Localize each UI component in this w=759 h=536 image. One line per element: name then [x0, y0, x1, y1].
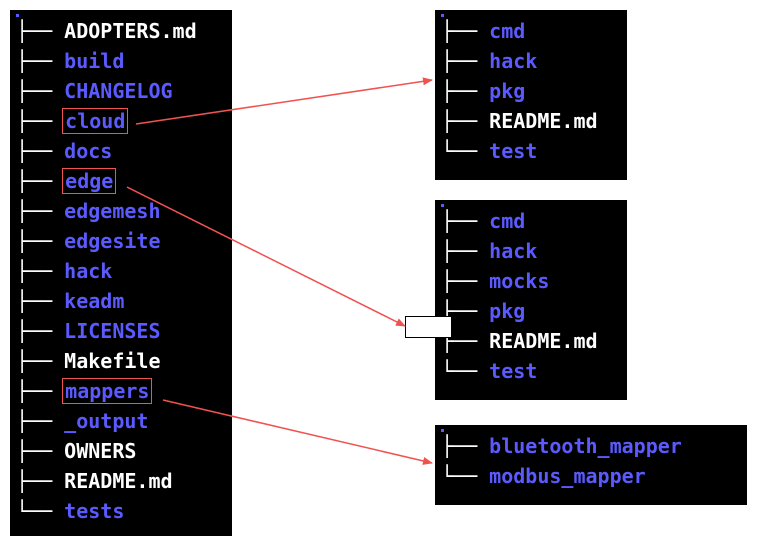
- tree-item: └── modbus_mapper: [441, 461, 741, 491]
- item-label: Makefile: [64, 349, 160, 373]
- tree-item: ├── bluetooth_mapper: [441, 431, 741, 461]
- tree-item: ├── pkg: [441, 76, 621, 106]
- item-label: cmd: [489, 19, 525, 43]
- tree-item: ├── edge: [16, 166, 226, 196]
- tree-item: ├── mocks: [441, 266, 621, 296]
- item-label: hack: [489, 239, 537, 263]
- tree-item: └── test: [441, 136, 621, 166]
- item-label: modbus_mapper: [489, 464, 646, 488]
- tree-item: ├── _output: [16, 406, 226, 436]
- item-label: README.md: [489, 329, 597, 353]
- item-label: cmd: [489, 209, 525, 233]
- highlight-box: cloud: [62, 108, 128, 134]
- detail-tree: ├── cmd ├── hack ├── pkg ├── README.md └…: [441, 16, 621, 166]
- tree-item: ├── CHANGELOG: [16, 76, 226, 106]
- tree-item: ├── hack: [16, 256, 226, 286]
- item-label: hack: [489, 49, 537, 73]
- item-label: mappers: [65, 379, 149, 403]
- tree-item: ├── README.md: [441, 106, 621, 136]
- detail-tree: ├── bluetooth_mapper └── modbus_mapper: [441, 431, 741, 491]
- tree-item: ├── cloud: [16, 106, 226, 136]
- tree-item: ├── keadm: [16, 286, 226, 316]
- item-label: edge: [65, 169, 113, 193]
- tree-item: ├── cmd: [441, 16, 621, 46]
- tree-item: ├── mappers: [16, 376, 226, 406]
- item-label: hack: [64, 259, 112, 283]
- item-label: docs: [64, 139, 112, 163]
- panel-dot-icon: [16, 14, 19, 17]
- tree-item: ├── ADOPTERS.md: [16, 16, 226, 46]
- item-label: test: [489, 359, 537, 383]
- item-label: OWNERS: [64, 439, 136, 463]
- item-label: tests: [64, 499, 124, 523]
- main-tree-panel: ├── ADOPTERS.md ├── build ├── CHANGELOG …: [10, 10, 232, 536]
- detail-panel-cloud: ├── cmd ├── hack ├── pkg ├── README.md └…: [435, 10, 627, 180]
- item-label: README.md: [489, 109, 597, 133]
- detail-tree: ├── cmd ├── hack ├── mocks ├── pkg ├── R…: [441, 206, 621, 386]
- tree-item: ├── build: [16, 46, 226, 76]
- item-label: edgesite: [64, 229, 160, 253]
- item-label: _output: [64, 409, 148, 433]
- item-label: edgemesh: [64, 199, 160, 223]
- item-label: cloud: [65, 109, 125, 133]
- item-label: bluetooth_mapper: [489, 434, 682, 458]
- tree-item: ├── pkg: [441, 296, 621, 326]
- tree-item: ├── OWNERS: [16, 436, 226, 466]
- tree-item: ├── README.md: [16, 466, 226, 496]
- detail-panel-mappers: ├── bluetooth_mapper └── modbus_mapper: [435, 425, 747, 505]
- tree-item: ├── hack: [441, 236, 621, 266]
- item-label: keadm: [64, 289, 124, 313]
- detail-panel-edge: ├── cmd ├── hack ├── mocks ├── pkg ├── R…: [435, 200, 627, 400]
- item-label: build: [64, 49, 124, 73]
- item-label: README.md: [64, 469, 172, 493]
- diagram-stage: ├── ADOPTERS.md ├── build ├── CHANGELOG …: [0, 0, 759, 536]
- highlight-box: mappers: [62, 378, 152, 404]
- tree-item: ├── docs: [16, 136, 226, 166]
- tree-item: ├── hack: [441, 46, 621, 76]
- main-tree: ├── ADOPTERS.md ├── build ├── CHANGELOG …: [16, 16, 226, 526]
- item-label: ADOPTERS.md: [64, 19, 196, 43]
- item-label: pkg: [489, 299, 525, 323]
- item-label: LICENSES: [64, 319, 160, 343]
- panel-dot-icon: [441, 14, 444, 17]
- tree-item: ├── LICENSES: [16, 316, 226, 346]
- panel-dot-icon: [441, 204, 444, 207]
- tree-item: ├── edgesite: [16, 226, 226, 256]
- tree-item: ├── README.md: [441, 326, 621, 356]
- panel-dot-icon: [441, 429, 444, 432]
- item-label: mocks: [489, 269, 549, 293]
- item-label: CHANGELOG: [64, 79, 172, 103]
- tree-item: └── test: [441, 356, 621, 386]
- highlight-box: edge: [62, 168, 116, 194]
- tree-item: └── tests: [16, 496, 226, 526]
- tree-item: ├── cmd: [441, 206, 621, 236]
- white-overlay-box: [405, 316, 452, 338]
- tree-item: ├── edgemesh: [16, 196, 226, 226]
- item-label: test: [489, 139, 537, 163]
- item-label: pkg: [489, 79, 525, 103]
- tree-item: ├── Makefile: [16, 346, 226, 376]
